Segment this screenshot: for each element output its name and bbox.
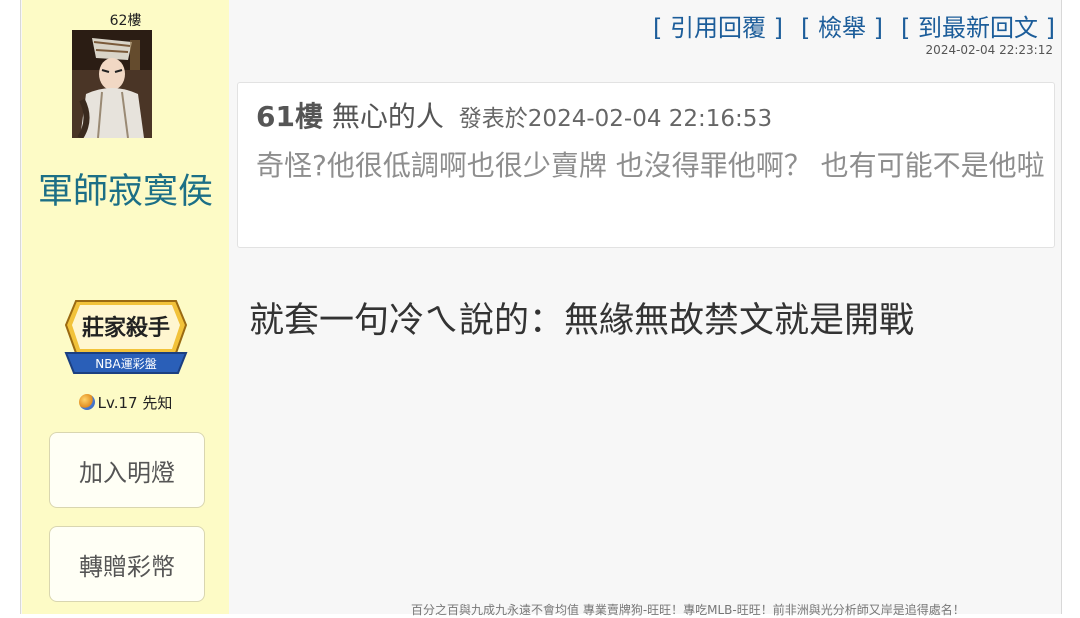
- badge-title: 莊家殺手: [82, 315, 170, 341]
- planet-icon: [78, 394, 95, 410]
- level-text: Lv.17 先知: [97, 394, 173, 412]
- user-level: Lv.17 先知: [22, 392, 229, 413]
- reply-text: 就套一句冷ㄟ說的：無緣無故禁文就是開戰: [249, 301, 915, 341]
- quote-author[interactable]: 無心的人: [332, 100, 444, 133]
- report-link[interactable]: [ 檢舉 ]: [801, 14, 883, 42]
- post-actions: [ 引用回覆 ] [ 檢舉 ] [ 到最新回文 ]: [635, 8, 1055, 43]
- badge-subtitle: NBA運彩盤: [95, 357, 156, 371]
- username[interactable]: 軍師寂寞侯: [32, 168, 219, 217]
- badge-emblem: 莊家殺手 NBA運彩盤: [60, 295, 192, 381]
- quote-body: 奇怪?他很低調啊也很少賣牌 也沒得罪他啊？ 也有可能不是他啦: [256, 149, 1045, 182]
- floor-number: 62樓: [109, 13, 142, 29]
- post-container: 62樓 軍師寂寞侯 莊家殺手 NBA運彩盤 Lv.17 先知 加入明燈 轉贈彩幣…: [20, 0, 1062, 617]
- gift-coins-button[interactable]: 轉贈彩幣: [49, 526, 205, 602]
- quote-floor: 61樓: [256, 100, 323, 133]
- add-light-button[interactable]: 加入明燈: [49, 432, 205, 508]
- user-avatar[interactable]: [72, 30, 152, 138]
- user-sidebar: 62樓 軍師寂寞侯 莊家殺手 NBA運彩盤 Lv.17 先知 加入明燈 轉贈彩幣: [22, 0, 229, 614]
- post-timestamp: 2024-02-04 22:23:12: [925, 43, 1053, 57]
- quote-header: 61樓 無心的人 發表於2024-02-04 22:16:53: [256, 95, 772, 135]
- latest-reply-link[interactable]: [ 到最新回文 ]: [901, 14, 1055, 42]
- post-content: [ 引用回覆 ] [ 檢舉 ] [ 到最新回文 ] 2024-02-04 22:23…: [231, 0, 1061, 617]
- quote-date: 發表於2024-02-04 22:16:53: [458, 106, 773, 132]
- signature: 百分之百與九成九永遠不會均值 專業賣牌狗-旺旺！專吃MLB-旺旺！前非洲與光分析…: [411, 603, 965, 617]
- quoted-post: 61樓 無心的人 發表於2024-02-04 22:16:53 奇怪?他很低調啊…: [237, 82, 1055, 248]
- quote-reply-link[interactable]: [ 引用回覆 ]: [653, 14, 783, 42]
